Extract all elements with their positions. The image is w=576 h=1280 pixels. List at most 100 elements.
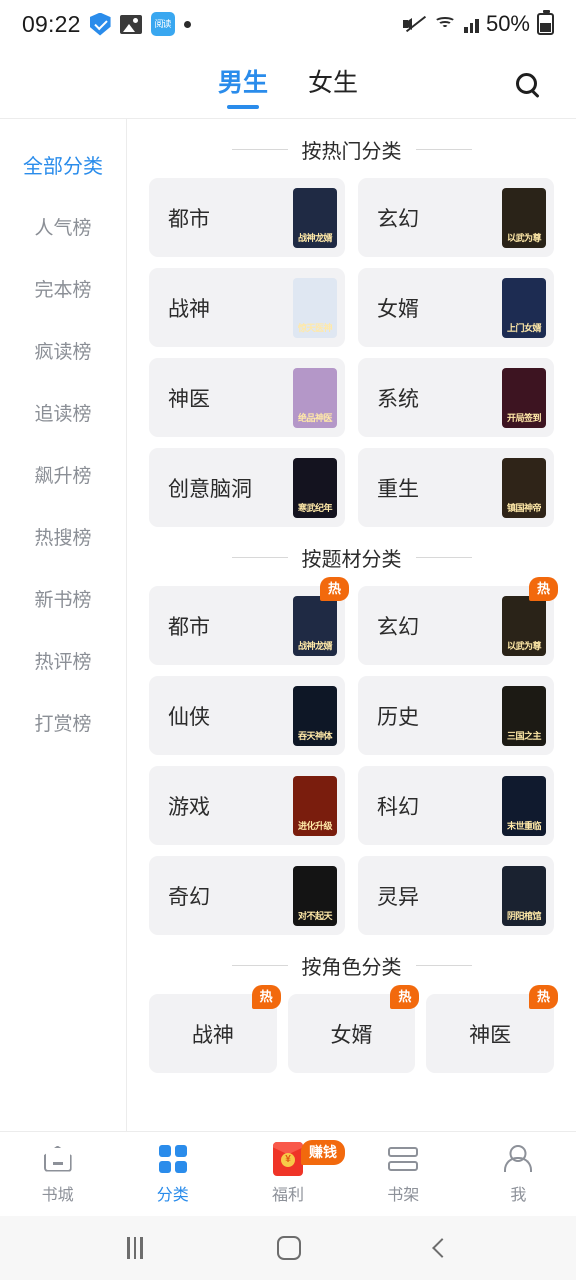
book-cover-thumbnail: 战神龙婿 bbox=[293, 187, 337, 248]
sidebar-item-1[interactable]: 人气榜 bbox=[0, 195, 126, 257]
sidebar-item-label: 全部分类 bbox=[23, 155, 103, 178]
sidebar-item-6[interactable]: 热搜榜 bbox=[0, 505, 126, 567]
book-cover-title: 绝品神医 bbox=[297, 412, 333, 423]
category-card[interactable]: 战神热 bbox=[149, 985, 281, 1073]
category-card[interactable]: 仙侠吞天神体 bbox=[149, 676, 345, 755]
book-cover-thumbnail: 寒武纪年 bbox=[293, 457, 337, 518]
category-grid: 战神热女婿热神医热 bbox=[149, 985, 558, 1073]
sidebar-item-0[interactable]: 全部分类 bbox=[0, 133, 126, 195]
person-icon bbox=[505, 1144, 531, 1174]
category-label: 都市 bbox=[168, 207, 210, 231]
category-label: 女婿 bbox=[330, 1023, 373, 1047]
android-nav-bar bbox=[0, 1216, 576, 1280]
nav-item-bookshelf[interactable]: 书架 bbox=[346, 1132, 461, 1216]
category-label: 玄幻 bbox=[377, 615, 419, 639]
category-card[interactable]: 创意脑洞 寒武纪年 bbox=[149, 448, 345, 527]
divider-line bbox=[231, 557, 288, 558]
category-card[interactable]: 玄幻 以武为尊 bbox=[358, 178, 554, 257]
category-card[interactable]: 游戏 进化升级 bbox=[149, 766, 345, 845]
sidebar-item-8[interactable]: 热评榜 bbox=[0, 629, 126, 691]
sidebar-item-label: 热搜榜 bbox=[34, 527, 92, 549]
book-cover-title: 战神龙婿 bbox=[297, 640, 333, 651]
status-bar-left: 09:22 阅读 bbox=[22, 11, 191, 38]
category-card[interactable]: 科幻 末世重临 bbox=[358, 766, 554, 845]
nav-item-person[interactable]: 我 bbox=[461, 1132, 576, 1216]
hot-badge: 热 bbox=[319, 577, 349, 601]
category-content[interactable]: 按热门分类 都市 战神龙婿 玄幻 以武为尊 战神 惊天医神 女婿 上门女婿 神医 绝品神医 系统 开局签… bbox=[127, 119, 576, 1131]
category-grid: 都市 战神龙婿热玄幻 以武为尊热仙侠 吞天神体 历史 三国之主 游戏 进化升级 科幻 末世重临 奇幻… bbox=[149, 577, 558, 935]
category-label: 仙侠 bbox=[168, 705, 210, 729]
tab-male[interactable]: 男生 bbox=[218, 63, 268, 103]
sidebar-item-label: 新书榜 bbox=[34, 589, 92, 611]
back-chevron-icon[interactable] bbox=[431, 1238, 452, 1258]
divider-line bbox=[231, 965, 288, 966]
search-button[interactable] bbox=[506, 63, 546, 103]
category-label: 神医 bbox=[469, 1023, 512, 1047]
category-grid: 都市 战神龙婿 玄幻 以武为尊 战神 惊天医神 女婿 上门女婿 神医 绝品神医 系统 开局签到 创意脑洞… bbox=[149, 178, 554, 527]
nav-item-red-envelope[interactable]: ¥ 赚钱 福利 bbox=[230, 1132, 345, 1216]
sidebar-item-label: 飙升榜 bbox=[34, 465, 92, 487]
hot-badge: 热 bbox=[390, 985, 420, 1009]
sidebar-item-7[interactable]: 新书榜 bbox=[0, 567, 126, 629]
category-card[interactable]: 系统 开局签到 bbox=[358, 358, 554, 437]
nav-item-home[interactable]: 书城 bbox=[0, 1132, 115, 1216]
section-title: 按热门分类 bbox=[149, 135, 554, 164]
category-card[interactable]: 神医 绝品神医 bbox=[149, 358, 345, 437]
sidebar-item-9[interactable]: 打赏榜 bbox=[0, 691, 126, 753]
sidebar-item-4[interactable]: 追读榜 bbox=[0, 381, 126, 443]
category-card[interactable]: 奇幻 对不起天 bbox=[149, 856, 345, 935]
category-card[interactable]: 都市 战神龙婿 bbox=[149, 178, 345, 257]
section-title-text: 按题材分类 bbox=[301, 549, 402, 571]
book-cover-thumbnail: 开局签到 bbox=[502, 367, 546, 428]
signal-icon bbox=[464, 15, 479, 33]
category-label: 重生 bbox=[377, 477, 419, 501]
category-card[interactable]: 女婿热 bbox=[287, 985, 420, 1073]
book-cover-title: 末世重临 bbox=[506, 820, 542, 831]
nav-item-label: 书架 bbox=[387, 1186, 420, 1204]
status-bar-right: 50% bbox=[403, 10, 554, 37]
section-title-text: 按热门分类 bbox=[301, 141, 402, 163]
sidebar-item-5[interactable]: 飙升榜 bbox=[0, 443, 126, 505]
tab-female[interactable]: 女生 bbox=[308, 63, 358, 103]
nav-item-label: 我 bbox=[510, 1186, 527, 1204]
nav-item-label: 书城 bbox=[41, 1186, 74, 1204]
divider-line bbox=[415, 557, 472, 558]
sidebar-item-label: 人气榜 bbox=[34, 217, 92, 239]
category-card[interactable]: 女婿 上门女婿 bbox=[358, 268, 554, 347]
divider-line bbox=[415, 965, 472, 966]
category-card[interactable]: 神医热 bbox=[426, 985, 558, 1073]
category-label: 游戏 bbox=[168, 795, 210, 819]
book-cover-thumbnail: 镇国神帝 bbox=[502, 457, 546, 518]
book-cover-thumbnail: 阴阳棺馆 bbox=[502, 865, 546, 926]
bottom-nav: 书城 分类 ¥ 赚钱 福利书架 我 bbox=[0, 1131, 576, 1216]
wifi-icon bbox=[433, 14, 457, 34]
recents-icon[interactable] bbox=[127, 1237, 143, 1259]
app-badge-icon: 阅读 bbox=[150, 12, 175, 36]
category-card[interactable]: 重生镇国神帝 bbox=[358, 448, 554, 527]
sidebar-item-2[interactable]: 完本榜 bbox=[0, 257, 126, 319]
hot-badge: 热 bbox=[251, 985, 281, 1009]
home-circle-icon[interactable] bbox=[276, 1236, 301, 1260]
category-sidebar[interactable]: 全部分类人气榜完本榜 疯读榜 追读榜飙升榜热搜榜新书榜热评榜打赏榜 bbox=[0, 119, 127, 1131]
sidebar-item-3[interactable]: 疯读榜 bbox=[0, 319, 126, 381]
book-cover-title: 吞天神体 bbox=[297, 730, 333, 741]
category-card[interactable]: 都市 战神龙婿 热 bbox=[149, 577, 349, 665]
sidebar-item-label: 打赏榜 bbox=[34, 713, 92, 735]
book-cover-thumbnail: 三国之主 bbox=[502, 685, 546, 746]
category-card[interactable]: 灵异 阴阳棺馆 bbox=[358, 856, 554, 935]
category-label: 战神 bbox=[168, 297, 210, 321]
grid-icon bbox=[158, 1144, 187, 1174]
bookshelf-icon bbox=[388, 1144, 419, 1174]
shield-check-icon bbox=[89, 12, 111, 36]
book-cover-title: 三国之主 bbox=[506, 730, 542, 741]
category-card[interactable]: 玄幻 以武为尊 热 bbox=[358, 577, 558, 665]
category-label: 创意脑洞 bbox=[168, 477, 252, 501]
category-card[interactable]: 历史 三国之主 bbox=[358, 676, 554, 755]
sidebar-item-label: 热评榜 bbox=[34, 651, 92, 673]
status-time: 09:22 bbox=[22, 10, 81, 37]
book-cover-thumbnail: 对不起天 bbox=[293, 865, 337, 926]
nav-item-grid[interactable]: 分类 bbox=[115, 1132, 230, 1216]
search-icon bbox=[515, 72, 537, 94]
book-cover-title: 镇国神帝 bbox=[506, 502, 542, 513]
category-card[interactable]: 战神 惊天医神 bbox=[149, 268, 345, 347]
